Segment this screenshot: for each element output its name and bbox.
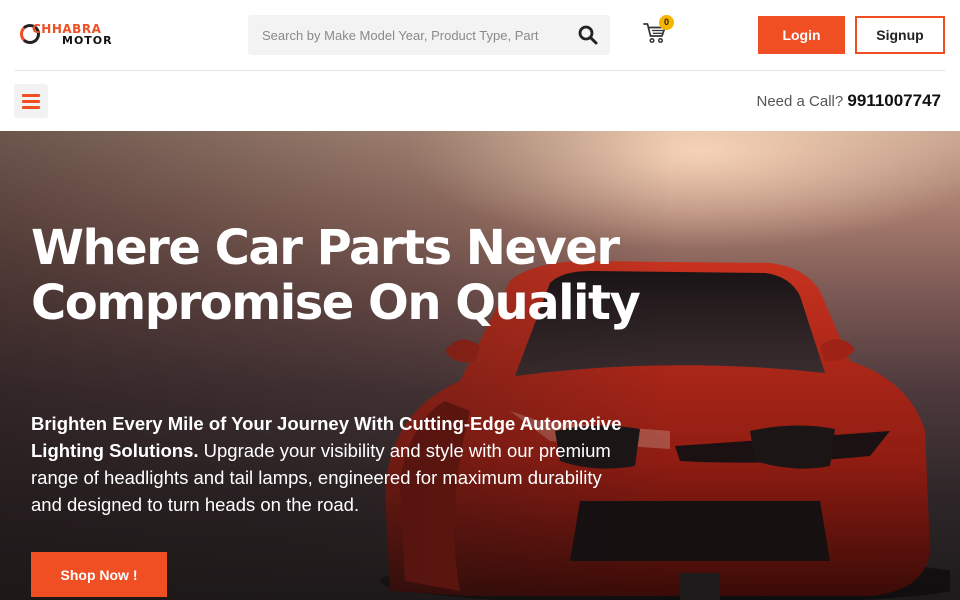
top-header: CHHABRA MOTOR 0 Login Signup — [0, 0, 960, 70]
signup-button[interactable]: Signup — [855, 16, 945, 54]
hero-banner: Where Car Parts Never Compromise On Qual… — [0, 131, 960, 600]
search-icon[interactable] — [578, 25, 598, 45]
search-input[interactable] — [248, 15, 558, 55]
shop-now-button[interactable]: Shop Now ! — [31, 552, 167, 597]
phone-number[interactable]: 9911007747 — [847, 91, 941, 110]
sub-header: Need a Call? 9911007747 — [0, 71, 960, 131]
hero-title: Where Car Parts Never Compromise On Qual… — [31, 220, 641, 331]
hamburger-menu-icon[interactable] — [14, 84, 48, 118]
call-prefix: Need a Call? — [756, 93, 844, 110]
logo-brand-bottom: MOTOR — [62, 34, 113, 47]
login-button[interactable]: Login — [758, 16, 845, 54]
hero-subtitle: Brighten Every Mile of Your Journey With… — [31, 410, 631, 518]
hero-overlay — [0, 131, 960, 600]
call-info: Need a Call? 9911007747 — [757, 91, 942, 111]
cart-button[interactable]: 0 — [643, 15, 674, 46]
cart-count-badge: 0 — [659, 15, 674, 30]
site-logo[interactable]: CHHABRA MOTOR — [20, 22, 120, 48]
search-bar — [248, 15, 610, 55]
